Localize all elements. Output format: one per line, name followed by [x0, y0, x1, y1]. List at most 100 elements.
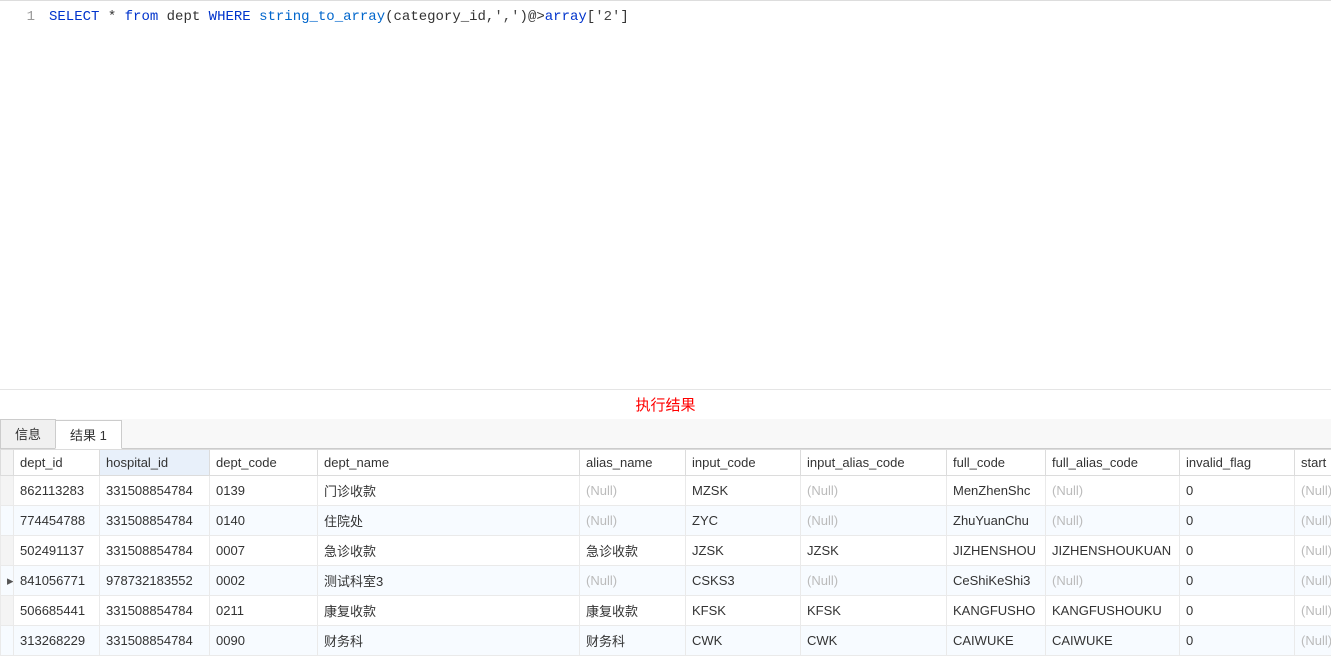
cell-invalid_flag[interactable]: 0	[1180, 506, 1295, 536]
cell-hospital_id[interactable]: 978732183552	[100, 566, 210, 596]
cell-full_alias_code[interactable]: KANGFUSHOUKU	[1046, 596, 1180, 626]
row-marker: ▸	[1, 566, 14, 596]
cell-invalid_flag[interactable]: 0	[1180, 596, 1295, 626]
col-dept_name[interactable]: dept_name	[318, 450, 580, 476]
table-row[interactable]: 5066854413315088547840211康复收款康复收款KFSKKFS…	[1, 596, 1331, 626]
cell-start[interactable]: (Null)	[1295, 566, 1331, 596]
table-row[interactable]: 3132682293315088547840090财务科财务科CWKCWKCAI…	[1, 626, 1331, 656]
col-dept_id[interactable]: dept_id	[14, 450, 100, 476]
col-dept_code[interactable]: dept_code	[210, 450, 318, 476]
cell-dept_name[interactable]: 康复收款	[318, 596, 580, 626]
cell-full_code[interactable]: MenZhenShc	[947, 476, 1046, 506]
cell-alias_name[interactable]: 康复收款	[580, 596, 686, 626]
header-row: dept_id hospital_id dept_code dept_name …	[1, 450, 1331, 476]
cell-invalid_flag[interactable]: 0	[1180, 476, 1295, 506]
col-start[interactable]: start	[1295, 450, 1331, 476]
cell-full_code[interactable]: JIZHENSHOU	[947, 536, 1046, 566]
cell-start[interactable]: (Null)	[1295, 536, 1331, 566]
sql-star: *	[99, 9, 124, 25]
cell-input_code[interactable]: MZSK	[686, 476, 801, 506]
str-comma: ','	[494, 9, 519, 25]
col-input_alias_code[interactable]: input_alias_code	[801, 450, 947, 476]
cell-full_alias_code[interactable]: JIZHENSHOUKUAN	[1046, 536, 1180, 566]
cell-input_code[interactable]: ZYC	[686, 506, 801, 536]
cell-input_alias_code[interactable]: CWK	[801, 626, 947, 656]
cell-input_alias_code[interactable]: JZSK	[801, 536, 947, 566]
sql-args2: )@>	[520, 9, 545, 25]
cell-input_alias_code[interactable]: KFSK	[801, 596, 947, 626]
cell-invalid_flag[interactable]: 0	[1180, 626, 1295, 656]
cell-dept_code[interactable]: 0140	[210, 506, 318, 536]
cell-alias_name[interactable]: (Null)	[580, 476, 686, 506]
col-invalid_flag[interactable]: invalid_flag	[1180, 450, 1295, 476]
cell-hospital_id[interactable]: 331508854784	[100, 626, 210, 656]
cell-alias_name[interactable]: (Null)	[580, 566, 686, 596]
cell-dept_code[interactable]: 0139	[210, 476, 318, 506]
cell-dept_code[interactable]: 0002	[210, 566, 318, 596]
cell-dept_id[interactable]: 841056771	[14, 566, 100, 596]
table-row[interactable]: 8621132833315088547840139门诊收款(Null)MZSK(…	[1, 476, 1331, 506]
cell-input_code[interactable]: JZSK	[686, 536, 801, 566]
tab-info[interactable]: 信息	[0, 419, 56, 448]
cell-input_code[interactable]: CWK	[686, 626, 801, 656]
cell-dept_id[interactable]: 313268229	[14, 626, 100, 656]
br-close: ]	[620, 9, 628, 25]
cell-dept_id[interactable]: 862113283	[14, 476, 100, 506]
col-input_code[interactable]: input_code	[686, 450, 801, 476]
cell-alias_name[interactable]: 财务科	[580, 626, 686, 656]
tab-result1[interactable]: 结果 1	[55, 420, 122, 449]
table-row[interactable]: 5024911373315088547840007急诊收款急诊收款JZSKJZS…	[1, 536, 1331, 566]
cell-alias_name[interactable]: (Null)	[580, 506, 686, 536]
col-full_code[interactable]: full_code	[947, 450, 1046, 476]
cell-dept_name[interactable]: 急诊收款	[318, 536, 580, 566]
line-number: 1	[0, 9, 35, 25]
cell-hospital_id[interactable]: 331508854784	[100, 536, 210, 566]
cell-input_alias_code[interactable]: (Null)	[801, 566, 947, 596]
cell-input_code[interactable]: KFSK	[686, 596, 801, 626]
cell-start[interactable]: (Null)	[1295, 626, 1331, 656]
cell-invalid_flag[interactable]: 0	[1180, 566, 1295, 596]
cell-dept_code[interactable]: 0211	[210, 596, 318, 626]
cell-input_alias_code[interactable]: (Null)	[801, 476, 947, 506]
cell-dept_id[interactable]: 774454788	[14, 506, 100, 536]
cell-full_code[interactable]: ZhuYuanChu	[947, 506, 1046, 536]
cell-full_alias_code[interactable]: (Null)	[1046, 476, 1180, 506]
col-alias_name[interactable]: alias_name	[580, 450, 686, 476]
cell-input_alias_code[interactable]: (Null)	[801, 506, 947, 536]
cell-invalid_flag[interactable]: 0	[1180, 536, 1295, 566]
cell-hospital_id[interactable]: 331508854784	[100, 476, 210, 506]
cell-hospital_id[interactable]: 331508854784	[100, 596, 210, 626]
cell-full_code[interactable]: CAIWUKE	[947, 626, 1046, 656]
cell-hospital_id[interactable]: 331508854784	[100, 506, 210, 536]
cell-start[interactable]: (Null)	[1295, 506, 1331, 536]
row-marker	[1, 476, 14, 506]
col-full_alias_code[interactable]: full_alias_code	[1046, 450, 1180, 476]
cell-dept_id[interactable]: 502491137	[14, 536, 100, 566]
sql-code[interactable]: SELECT * from dept WHERE string_to_array…	[45, 1, 1331, 389]
str-two: '2'	[595, 9, 620, 25]
cell-dept_name[interactable]: 门诊收款	[318, 476, 580, 506]
cell-dept_name[interactable]: 住院处	[318, 506, 580, 536]
cell-full_code[interactable]: CeShiKeShi3	[947, 566, 1046, 596]
result-grid[interactable]: dept_id hospital_id dept_code dept_name …	[0, 449, 1331, 656]
table-row[interactable]: ▸8410567719787321835520002测试科室3(Null)CSK…	[1, 566, 1331, 596]
row-marker	[1, 626, 14, 656]
row-marker	[1, 596, 14, 626]
cell-dept_name[interactable]: 财务科	[318, 626, 580, 656]
cell-full_alias_code[interactable]: (Null)	[1046, 506, 1180, 536]
cell-dept_name[interactable]: 测试科室3	[318, 566, 580, 596]
cell-full_code[interactable]: KANGFUSHO	[947, 596, 1046, 626]
cell-dept_code[interactable]: 0090	[210, 626, 318, 656]
row-marker	[1, 536, 14, 566]
cell-start[interactable]: (Null)	[1295, 596, 1331, 626]
cell-input_code[interactable]: CSKS3	[686, 566, 801, 596]
cell-start[interactable]: (Null)	[1295, 476, 1331, 506]
cell-dept_id[interactable]: 506685441	[14, 596, 100, 626]
cell-full_alias_code[interactable]: (Null)	[1046, 566, 1180, 596]
cell-full_alias_code[interactable]: CAIWUKE	[1046, 626, 1180, 656]
cell-alias_name[interactable]: 急诊收款	[580, 536, 686, 566]
cell-dept_code[interactable]: 0007	[210, 536, 318, 566]
col-hospital_id[interactable]: hospital_id	[100, 450, 210, 476]
table-row[interactable]: 7744547883315088547840140住院处(Null)ZYC(Nu…	[1, 506, 1331, 536]
sql-editor[interactable]: 1 SELECT * from dept WHERE string_to_arr…	[0, 0, 1331, 390]
